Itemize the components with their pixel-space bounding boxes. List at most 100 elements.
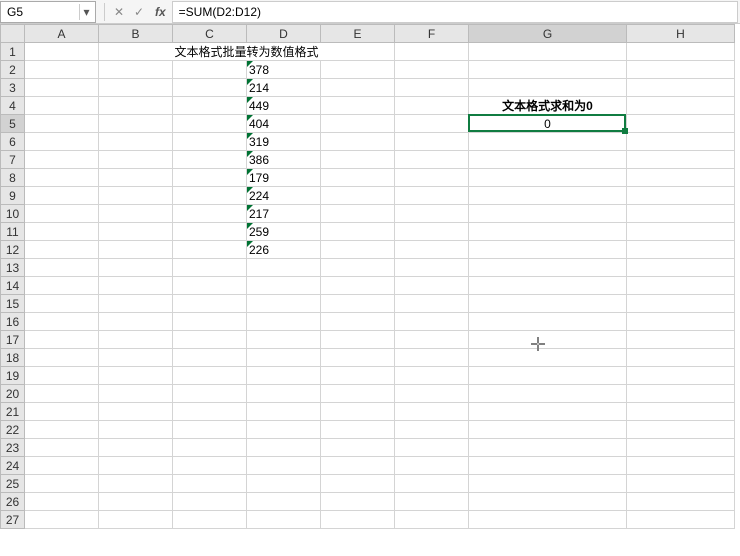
cell-C14[interactable] — [173, 277, 247, 295]
cell-E4[interactable] — [321, 97, 395, 115]
cell-D26[interactable] — [247, 493, 321, 511]
cell-A25[interactable] — [25, 475, 99, 493]
cell-B17[interactable] — [99, 331, 173, 349]
cell-D8[interactable]: 179 — [247, 169, 321, 187]
cell-E11[interactable] — [321, 223, 395, 241]
row-header-22[interactable]: 22 — [1, 421, 25, 439]
col-header-C[interactable]: C — [173, 25, 247, 43]
row-header-14[interactable]: 14 — [1, 277, 25, 295]
cell-B11[interactable] — [99, 223, 173, 241]
row-header-23[interactable]: 23 — [1, 439, 25, 457]
cell-H10[interactable] — [627, 205, 735, 223]
cell-B21[interactable] — [99, 403, 173, 421]
col-header-H[interactable]: H — [627, 25, 735, 43]
cell-C2[interactable] — [173, 61, 247, 79]
cell-D10[interactable]: 217 — [247, 205, 321, 223]
cell-D15[interactable] — [247, 295, 321, 313]
cell-H4[interactable] — [627, 97, 735, 115]
cell-C5[interactable] — [173, 115, 247, 133]
cell-H2[interactable] — [627, 61, 735, 79]
cell-A4[interactable] — [25, 97, 99, 115]
name-box-input[interactable] — [7, 5, 89, 19]
cell-C9[interactable] — [173, 187, 247, 205]
cell-F24[interactable] — [395, 457, 469, 475]
row-header-26[interactable]: 26 — [1, 493, 25, 511]
cell-E9[interactable] — [321, 187, 395, 205]
cell-E21[interactable] — [321, 403, 395, 421]
spreadsheet-grid[interactable]: ABCDEFGH 1文本格式批量转为数值格式237832144449文本格式求和… — [0, 24, 740, 554]
cell-A2[interactable] — [25, 61, 99, 79]
cell-B24[interactable] — [99, 457, 173, 475]
cell-E20[interactable] — [321, 385, 395, 403]
cell-B19[interactable] — [99, 367, 173, 385]
cell-H27[interactable] — [627, 511, 735, 529]
cell-G15[interactable] — [469, 295, 627, 313]
cell-D20[interactable] — [247, 385, 321, 403]
cell-B2[interactable] — [99, 61, 173, 79]
cell-G20[interactable] — [469, 385, 627, 403]
row-header-12[interactable]: 12 — [1, 241, 25, 259]
cell-D19[interactable] — [247, 367, 321, 385]
row-header-21[interactable]: 21 — [1, 403, 25, 421]
cell-C25[interactable] — [173, 475, 247, 493]
row-header-10[interactable]: 10 — [1, 205, 25, 223]
cell-C23[interactable] — [173, 439, 247, 457]
cell-F22[interactable] — [395, 421, 469, 439]
row-header-1[interactable]: 1 — [1, 43, 25, 61]
cell-G8[interactable] — [469, 169, 627, 187]
cell-B5[interactable] — [99, 115, 173, 133]
row-header-18[interactable]: 18 — [1, 349, 25, 367]
cell-F18[interactable] — [395, 349, 469, 367]
cell-B8[interactable] — [99, 169, 173, 187]
cell-F11[interactable] — [395, 223, 469, 241]
confirm-formula-icon[interactable]: ✓ — [129, 5, 149, 19]
cell-B25[interactable] — [99, 475, 173, 493]
cell-H23[interactable] — [627, 439, 735, 457]
cell-H5[interactable] — [627, 115, 735, 133]
cell-E13[interactable] — [321, 259, 395, 277]
cell-E17[interactable] — [321, 331, 395, 349]
row-header-27[interactable]: 27 — [1, 511, 25, 529]
cell-A17[interactable] — [25, 331, 99, 349]
cell-H24[interactable] — [627, 457, 735, 475]
cell-D13[interactable] — [247, 259, 321, 277]
cell-F13[interactable] — [395, 259, 469, 277]
cell-E15[interactable] — [321, 295, 395, 313]
cell-F2[interactable] — [395, 61, 469, 79]
cell-A5[interactable] — [25, 115, 99, 133]
col-header-E[interactable]: E — [321, 25, 395, 43]
cell-D3[interactable]: 214 — [247, 79, 321, 97]
cell-C6[interactable] — [173, 133, 247, 151]
cell-H7[interactable] — [627, 151, 735, 169]
cell-G12[interactable] — [469, 241, 627, 259]
cell-B7[interactable] — [99, 151, 173, 169]
cell-B16[interactable] — [99, 313, 173, 331]
cell-E23[interactable] — [321, 439, 395, 457]
row-header-3[interactable]: 3 — [1, 79, 25, 97]
cell-A19[interactable] — [25, 367, 99, 385]
row-header-13[interactable]: 13 — [1, 259, 25, 277]
cell-A20[interactable] — [25, 385, 99, 403]
cell-D17[interactable] — [247, 331, 321, 349]
cell-D7[interactable]: 386 — [247, 151, 321, 169]
cell-G19[interactable] — [469, 367, 627, 385]
cell-B12[interactable] — [99, 241, 173, 259]
cell-G24[interactable] — [469, 457, 627, 475]
cell-A15[interactable] — [25, 295, 99, 313]
cell-A22[interactable] — [25, 421, 99, 439]
cell-B22[interactable] — [99, 421, 173, 439]
cell-G4[interactable]: 文本格式求和为0 — [469, 97, 627, 115]
cell-A23[interactable] — [25, 439, 99, 457]
cell-E27[interactable] — [321, 511, 395, 529]
name-box-dropdown-icon[interactable]: ▾ — [79, 4, 93, 20]
cell-H19[interactable] — [627, 367, 735, 385]
cell-A24[interactable] — [25, 457, 99, 475]
cell-A21[interactable] — [25, 403, 99, 421]
row-header-4[interactable]: 4 — [1, 97, 25, 115]
cell-E24[interactable] — [321, 457, 395, 475]
row-header-5[interactable]: 5 — [1, 115, 25, 133]
cell-F7[interactable] — [395, 151, 469, 169]
cell-C10[interactable] — [173, 205, 247, 223]
cell-B9[interactable] — [99, 187, 173, 205]
cell-B20[interactable] — [99, 385, 173, 403]
